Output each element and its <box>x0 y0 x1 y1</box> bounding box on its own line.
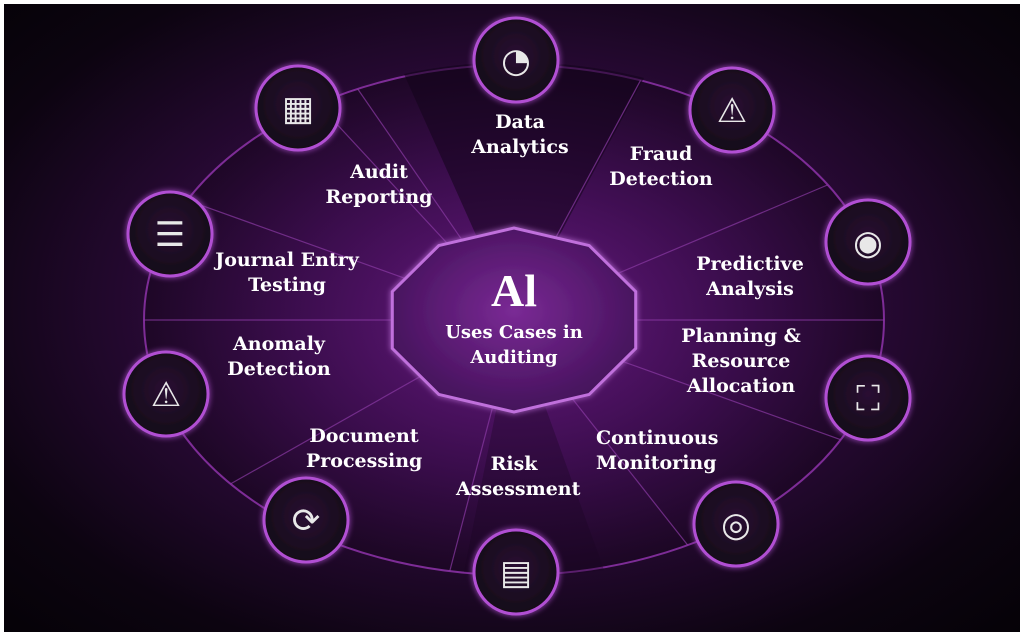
label-line: Data <box>495 111 545 133</box>
label-line: Detection <box>609 168 713 190</box>
label-line: Fraud <box>629 143 693 165</box>
org-hierarchy-icon: ⛶ <box>824 354 912 442</box>
label-line: Testing <box>248 274 326 296</box>
label-line: Analytics <box>471 136 569 158</box>
magnifier-warning-icon: ⚠ <box>688 66 776 154</box>
eye-monitoring-icon: ◎ <box>692 480 780 568</box>
icon-glyph: ◔ <box>501 41 531 81</box>
label-risk-assessment: Risk Assessment <box>456 452 581 502</box>
label-line: Reporting <box>325 186 433 208</box>
label-fraud-detection: Fraud Detection <box>606 142 716 192</box>
label-line: Allocation <box>686 375 796 397</box>
label-anomaly-detection: Anomaly Detection <box>224 332 334 382</box>
label-line: Detection <box>227 358 331 380</box>
document-warning-icon: ▤ <box>472 528 560 616</box>
icon-glyph: ⛶ <box>856 379 880 419</box>
label-audit-reporting: Audit Reporting <box>324 160 434 210</box>
label-line: Journal Entry <box>215 249 359 271</box>
diagram-wheel: ◔ ⚠ ◉ ⛶ ◎ ▤ ⟳ ⚠ ☰ ▦ <box>122 16 912 616</box>
label-line: Audit <box>350 161 408 183</box>
label-line: Anomaly <box>233 333 325 355</box>
icon-glyph: ⟳ <box>292 501 321 541</box>
center-subtitle: Uses Cases in Auditing <box>434 320 594 370</box>
center-subtitle-line2: Auditing <box>470 347 558 368</box>
label-predictive-analysis: Predictive Analysis <box>690 252 810 302</box>
label-line: Risk <box>490 453 538 475</box>
center-title: Al <box>491 265 537 316</box>
pie-bar-chart-icon: ◔ <box>472 16 560 104</box>
label-line: Assessment <box>456 478 581 500</box>
label-continuous-monitoring: Continuous Monitoring <box>596 426 719 476</box>
label-line: Document <box>309 425 419 447</box>
diagram-canvas: ◔ ⚠ ◉ ⛶ ◎ ▤ ⟳ ⚠ ☰ ▦ Al Uses Cases in Auditing Dat… <box>4 4 1020 632</box>
icon-glyph: ☰ <box>155 215 185 255</box>
label-line: Predictive <box>696 253 804 275</box>
icon-glyph: ⚠ <box>151 375 181 415</box>
checklist-icon: ☰ <box>126 190 214 278</box>
label-line: Analysis <box>706 278 794 300</box>
label-journal-entry-testing: Journal Entry Testing <box>212 248 362 298</box>
warning-magnifier-icon: ⚠ <box>122 350 210 438</box>
label-line: Continuous <box>596 427 719 449</box>
eye-growth-chart-icon: ◉ <box>824 198 912 286</box>
icon-glyph: ⚠ <box>717 91 747 131</box>
label-line: Monitoring <box>596 452 717 474</box>
icon-glyph: ▦ <box>282 89 314 129</box>
label-document-processing: Document Processing <box>306 424 422 474</box>
report-check-icon: ▦ <box>254 64 342 152</box>
icon-glyph: ◎ <box>721 505 751 545</box>
label-line: Resource <box>691 350 791 372</box>
label-line: Processing <box>306 450 423 472</box>
center-subtitle-line1: Uses Cases in <box>445 322 583 343</box>
icon-glyph: ▤ <box>500 553 532 593</box>
document-cycle-icon: ⟳ <box>262 476 350 564</box>
label-line: Planning & <box>681 325 801 347</box>
label-planning-resource-allocation: Planning & Resource Allocation <box>676 324 806 399</box>
icon-glyph: ◉ <box>853 223 883 263</box>
label-data-analytics: Data Analytics <box>470 110 570 160</box>
